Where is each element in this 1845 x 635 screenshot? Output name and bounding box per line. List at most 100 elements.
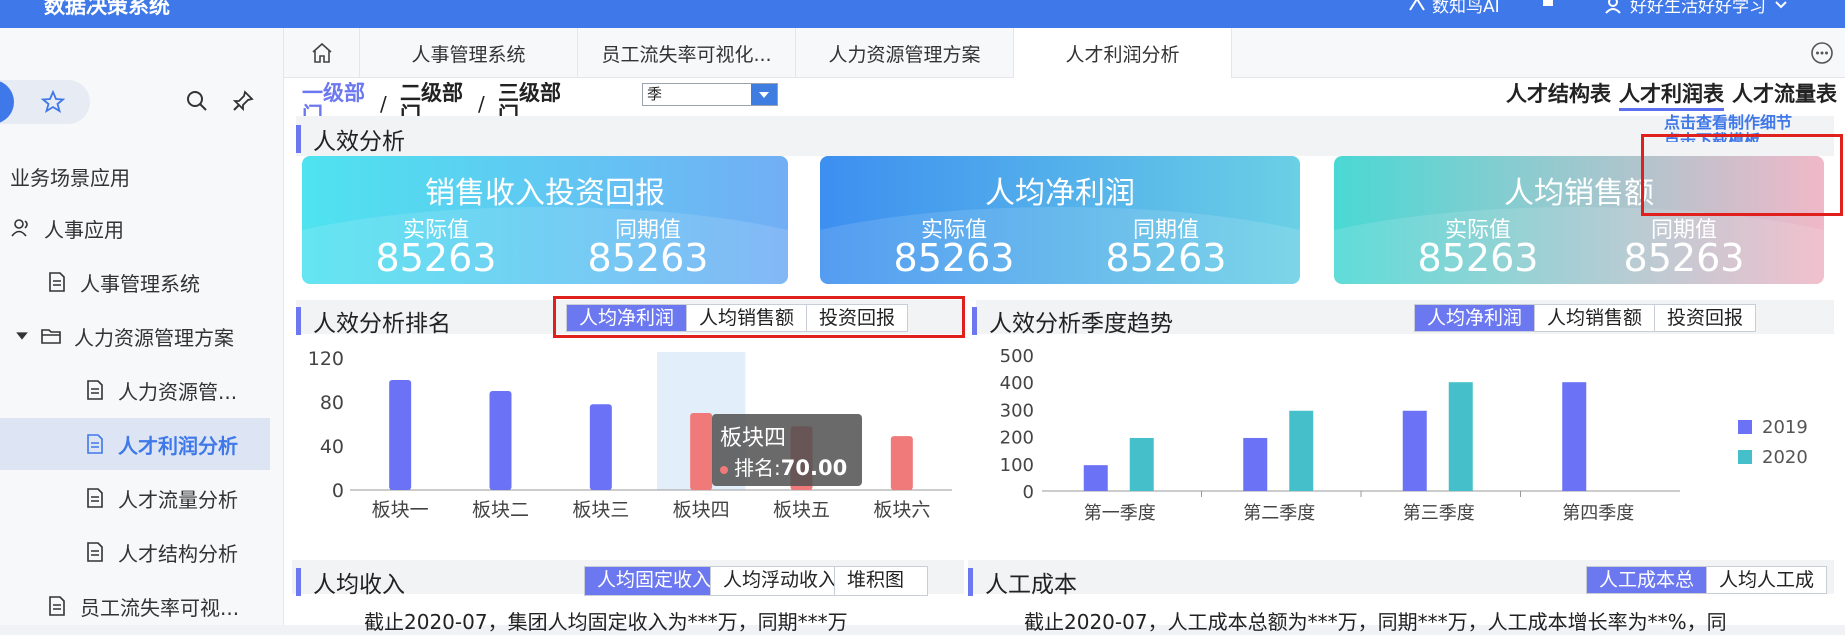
sidebar-item-hr-apps[interactable]: 人事应用 [10,202,280,254]
x-tick-label: 板块六 [873,499,930,521]
bar-板块二 [489,391,512,490]
ranking-title: 人效分析排名 [296,304,451,338]
document-icon [87,380,103,400]
income-seg-fixed[interactable]: 人均固定收入 [585,567,711,595]
caret-down-icon [16,332,28,340]
sidebar-item-hr-system[interactable]: 人事管理系统 [46,256,280,308]
tab-hr-plan[interactable]: 人力资源管理方案 [796,28,1014,78]
more-icon[interactable] [1809,40,1835,66]
breadcrumb-level2[interactable]: 二级部门 [400,82,474,116]
chart-tooltip: 板块四 排名:70.00 [712,414,862,486]
y-tick-label: 120 [308,348,344,370]
cost-seg-total[interactable]: 人工成本总 [1587,567,1708,593]
breadcrumb-separator: / [478,92,485,116]
users-icon [11,219,28,237]
tab-attrition[interactable]: 员工流失率可视化... [578,28,796,78]
trend-seg-net-profit[interactable]: 人均净利润 [1415,305,1536,331]
period-select[interactable]: 季 [642,83,778,106]
sidebar-item-talent-profit[interactable]: 人才利润分析 [0,418,270,470]
y-tick-label: 80 [320,392,344,414]
user-menu[interactable]: 好好生活好好学习 [1604,0,1788,17]
income-seg-stacked[interactable]: 堆积图 [835,567,927,595]
kpi-card-sales-roi: 销售收入投资回报 实际值 85263 同期值 85263 [302,156,788,284]
trend-bar-chart[interactable]: 0 100 200 300 400 500 第一季度 第二季度 第三季度 第四季度 2019 2020 [980,338,1832,540]
x-tick-label: 板块四 [673,499,730,521]
tab-talent-profit[interactable]: 人才利润分析 [1014,28,1232,78]
x-tick-label: 板块一 [372,499,429,521]
tooltip-title: 板块四 [720,426,787,451]
sidebar-item-talent-structure[interactable]: 人才结构分析 [84,526,280,578]
tooltip-row: 排名:70.00 [720,452,847,481]
report-tab-profit[interactable]: 人才利润表 [1619,78,1724,111]
tooltip-label: 排名: [734,456,781,480]
home-icon [311,42,332,63]
bar-2020-第二季度 [1289,410,1314,491]
folder-icon [41,329,61,344]
tab-hr-system[interactable]: 人事管理系统 [360,28,578,78]
cost-title: 人工成本 [968,565,1077,599]
pin-icon[interactable] [230,88,256,114]
bar-2019-第二季度 [1243,437,1268,491]
sidebar-item-label: 人事管理系统 [80,271,200,296]
ai-icon [1409,0,1425,11]
favorites-toggle[interactable] [0,80,90,124]
chevron-down-icon [1775,0,1787,8]
menu-group-label: 业务场景应用 [10,166,130,190]
x-tick-label: 板块五 [773,499,830,521]
document-icon [49,596,65,616]
sidebar-item-label: 人力资源管... [118,379,238,404]
bar-2019-第四季度 [1562,382,1587,491]
sidebar-item-hr-mgmt[interactable]: 人力资源管... [84,364,280,416]
y-tick-label: 0 [1023,482,1034,503]
search-icon[interactable] [184,88,210,114]
y-tick-label: 500 [1000,346,1034,367]
trend-chart-panel: 0 100 200 300 400 500 第一季度 第二季度 第三季度 第四季度 2019 2020 [980,338,1832,540]
document-icon [87,434,103,454]
star-icon [40,89,66,113]
ai-assistant-button[interactable]: 数知鸟AI [1408,0,1500,17]
kpi-card-title: 人均净利润 [985,176,1135,211]
trend-seg-roi[interactable]: 投资回报 [1655,305,1756,331]
kpi-prev-value: 85263 [1623,236,1745,280]
sidebar-item-label: 员工流失率可视... [80,595,240,620]
x-tick-label: 第四季度 [1562,503,1634,524]
legend-swatch-2020 [1738,450,1752,464]
x-tick-label: 板块二 [472,499,529,521]
tooltip-value: 70.00 [780,456,848,480]
breadcrumb-level1[interactable]: 一级部门 [302,82,376,116]
sidebar-item-attrition[interactable]: 员工流失率可视... [46,580,280,632]
ai-label: 数知鸟AI [1432,0,1500,17]
trend-seg-sales[interactable]: 人均销售额 [1535,305,1656,331]
bar-板块一 [389,380,412,490]
toggle-knob [0,80,14,124]
sidebar-item-talent-flow[interactable]: 人才流量分析 [84,472,280,524]
document-icon [87,542,103,562]
kpi-actual-value: 85263 [375,236,497,280]
income-seg-floating[interactable]: 人均浮动收入 [711,567,835,595]
income-note: 截止2020-07，集团人均固定收入为***万，同期***万 [364,610,848,634]
trend-title: 人效分析季度趋势 [972,304,1173,338]
income-view-toggle: 人均固定收入 人均浮动收入 堆积图 [584,566,928,596]
home-tab[interactable] [284,28,360,78]
tooltip-series-dot [720,465,728,474]
breadcrumb-separator: / [380,92,387,116]
kpi-card-net-profit: 人均净利润 实际值 85263 同期值 85263 [820,156,1300,284]
bell-icon[interactable] [1540,0,1556,8]
cost-seg-per-capita[interactable]: 人均人工成 [1707,567,1827,593]
sidebar-item-label: 人事应用 [44,217,124,242]
view-detail-link[interactable]: 点击查看制作细节 [1664,114,1814,132]
y-tick-label: 400 [1000,373,1034,394]
kpi-prev-value: 85263 [587,236,709,280]
report-tab-flow[interactable]: 人才流量表 [1732,78,1837,111]
sidebar-item-hr-plan[interactable]: 人力资源管理方案 [14,310,280,362]
app-title: 数据决策系统 [44,0,170,18]
x-tick-label: 板块三 [572,499,629,521]
kpi-card-title: 销售收入投资回报 [425,176,665,211]
highlight-box [1641,134,1843,216]
bar-2019-第一季度 [1083,465,1108,491]
y-tick-label: 100 [1000,455,1034,476]
top-bar: 数据决策系统 数知鸟AI 好好生活好好学习 [0,0,1845,28]
bar-板块四 [690,413,713,490]
breadcrumb-level3[interactable]: 三级部门 [498,82,572,116]
report-tab-structure[interactable]: 人才结构表 [1506,78,1611,111]
